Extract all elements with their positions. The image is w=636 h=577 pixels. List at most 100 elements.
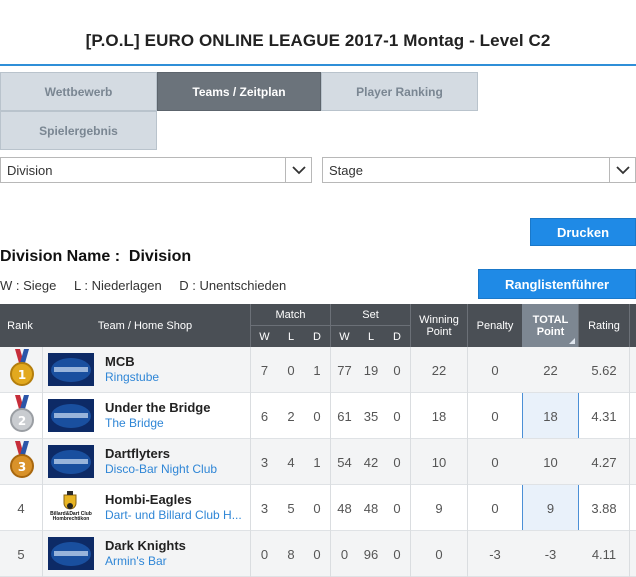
division-name: Division Name : Division bbox=[0, 248, 191, 266]
table-row[interactable]: 3 Dartflyters Disco-Bar Night Club 3 4 1… bbox=[0, 439, 636, 485]
header-match-w: W bbox=[259, 330, 270, 343]
stage-select-value: Stage bbox=[329, 162, 363, 178]
home-shop-link[interactable]: Ringstube bbox=[105, 370, 159, 384]
set-d: 0 bbox=[393, 546, 401, 562]
set-d: 0 bbox=[393, 454, 401, 470]
team-name[interactable]: Dark Knights bbox=[105, 538, 186, 553]
match-l: 5 bbox=[287, 500, 295, 516]
tab-player-ranking[interactable]: Player Ranking bbox=[321, 72, 478, 111]
match-w: 3 bbox=[260, 454, 269, 470]
division-name-label: Division Name : bbox=[0, 248, 121, 265]
penalty: 0 bbox=[491, 408, 499, 424]
match-w: 6 bbox=[260, 408, 269, 424]
winning-point: 18 bbox=[431, 408, 447, 424]
set-d: 0 bbox=[393, 500, 401, 516]
header-set: Set bbox=[362, 309, 379, 321]
penalty: 0 bbox=[491, 362, 499, 378]
header-rating: Rating bbox=[588, 319, 620, 332]
total-point: -3 bbox=[544, 546, 557, 562]
svg-text:3: 3 bbox=[18, 460, 26, 474]
set-d: 0 bbox=[393, 362, 401, 378]
home-shop-link[interactable]: Armin's Bar bbox=[105, 554, 167, 568]
svg-text:2: 2 bbox=[18, 414, 26, 428]
rating: 3.88 bbox=[591, 500, 617, 516]
legend: W : Siege L : Niederlagen D : Unentschie… bbox=[0, 278, 300, 293]
home-shop-link[interactable]: Dart- und Billard Club H... bbox=[105, 508, 242, 522]
page-title: [P.O.L] EURO ONLINE LEAGUE 2017-1 Montag… bbox=[85, 31, 551, 50]
table-row[interactable]: 5 Dark Knights Armin's Bar 0 8 0 0 96 0 … bbox=[0, 531, 636, 577]
team-name[interactable]: Dartflyters bbox=[105, 446, 170, 461]
rank-number: 4 bbox=[17, 500, 25, 516]
set-l: 42 bbox=[363, 454, 379, 470]
rating: 4.31 bbox=[591, 408, 617, 424]
header-match-l: L bbox=[287, 330, 295, 343]
team-name[interactable]: MCB bbox=[105, 354, 135, 369]
column-divider bbox=[250, 347, 251, 577]
team-name[interactable]: Under the Bridge bbox=[105, 400, 210, 415]
column-divider bbox=[330, 347, 331, 577]
set-w: 54 bbox=[337, 454, 352, 470]
logo-caption: Billard&Dart Club Hombrechtikon bbox=[50, 511, 92, 522]
total-point: 9 bbox=[546, 500, 555, 516]
billard-dart-club-logo: Billard&Dart Club Hombrechtikon bbox=[48, 491, 94, 524]
winning-point: 22 bbox=[431, 362, 447, 378]
table-row[interactable]: 1 MCB Ringstube 7 0 1 77 19 0 22 0 22 5.… bbox=[0, 347, 636, 393]
euro-online-league-logo bbox=[48, 537, 94, 570]
total-point: 10 bbox=[543, 454, 558, 470]
header-set-w: W bbox=[339, 330, 350, 343]
header-divider bbox=[629, 304, 630, 347]
rating: 4.27 bbox=[591, 454, 617, 470]
header-match: Match bbox=[275, 309, 306, 321]
set-l: 19 bbox=[363, 362, 379, 378]
tab-teams-zeitplan[interactable]: Teams / Zeitplan bbox=[157, 72, 321, 111]
division-select-value: Division bbox=[7, 162, 53, 178]
set-w: 0 bbox=[340, 546, 349, 562]
header-team: Team / Home Shop bbox=[97, 319, 193, 332]
print-button[interactable]: Drucken bbox=[530, 218, 636, 246]
header-match-d: D bbox=[313, 330, 321, 343]
match-w: 0 bbox=[260, 546, 269, 562]
column-divider bbox=[467, 347, 468, 577]
match-d: 1 bbox=[313, 454, 321, 470]
euro-online-league-logo bbox=[48, 399, 94, 432]
bronze-medal-icon: 3 bbox=[9, 441, 35, 486]
leaders-button[interactable]: Ranglistenführer bbox=[478, 269, 636, 299]
match-d: 0 bbox=[313, 546, 321, 562]
header-divider bbox=[467, 304, 468, 347]
chevron-down-icon[interactable] bbox=[609, 158, 635, 182]
match-l: 0 bbox=[287, 362, 295, 378]
header-divider bbox=[410, 304, 411, 347]
tab-wettbewerb[interactable]: Wettbewerb bbox=[0, 72, 157, 111]
set-w: 48 bbox=[337, 500, 352, 516]
total-point: 22 bbox=[543, 362, 558, 378]
set-w: 77 bbox=[337, 362, 352, 378]
silver-medal-icon: 2 bbox=[9, 395, 35, 440]
euro-online-league-logo bbox=[48, 353, 94, 386]
header-winning-point: Winning Point bbox=[419, 313, 459, 338]
header-divider bbox=[578, 304, 579, 347]
svg-text:1: 1 bbox=[18, 368, 26, 382]
total-point: 18 bbox=[543, 408, 558, 424]
gold-medal-icon: 1 bbox=[9, 349, 35, 394]
rating: 5.62 bbox=[591, 362, 617, 378]
team-name[interactable]: Hombi-Eagles bbox=[105, 492, 192, 507]
tab-spielergebnis[interactable]: Spielergebnis bbox=[0, 111, 157, 150]
home-shop-link[interactable]: Disco-Bar Night Club bbox=[105, 462, 217, 476]
header-total-point[interactable]: TOTAL Point bbox=[530, 304, 571, 347]
match-l: 2 bbox=[287, 408, 295, 424]
table-row[interactable]: 4 Billard&Dart Club Hombrechtikon Hombi-… bbox=[0, 485, 636, 531]
sort-indicator-icon bbox=[569, 338, 575, 344]
winning-point: 10 bbox=[431, 454, 447, 470]
match-d: 0 bbox=[313, 408, 321, 424]
table-row[interactable]: 2 Under the Bridge The Bridge 6 2 0 61 3… bbox=[0, 393, 636, 439]
set-l: 48 bbox=[363, 500, 379, 516]
home-shop-link[interactable]: The Bridge bbox=[105, 416, 164, 430]
legend-losses: L : Niederlagen bbox=[73, 278, 162, 293]
column-divider bbox=[410, 347, 411, 577]
chevron-down-icon[interactable] bbox=[285, 158, 311, 182]
stage-select[interactable]: Stage bbox=[322, 157, 636, 183]
division-select[interactable]: Division bbox=[0, 157, 312, 183]
header-set-d: D bbox=[393, 330, 401, 343]
penalty: -3 bbox=[489, 546, 501, 562]
set-l: 96 bbox=[363, 546, 379, 562]
